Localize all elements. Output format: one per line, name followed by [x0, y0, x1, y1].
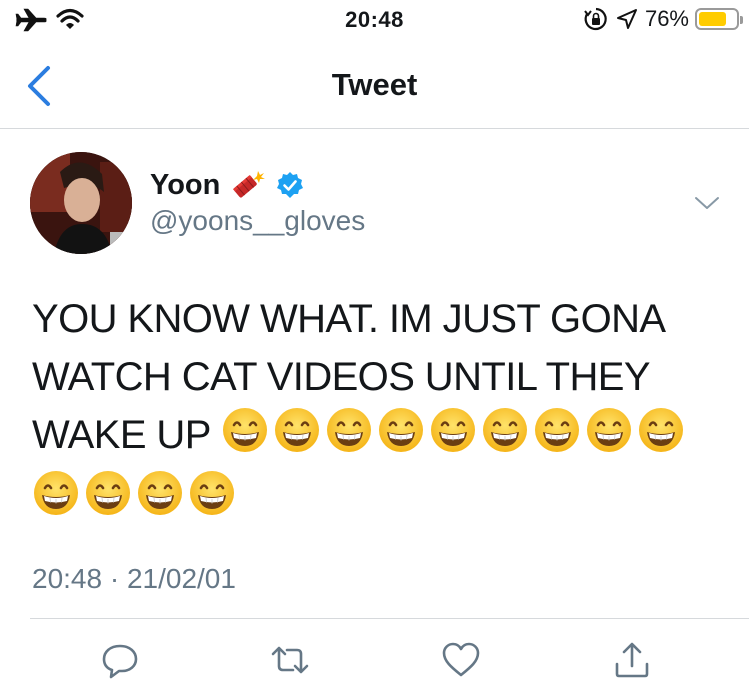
grinning-face-icon [222, 408, 267, 452]
reply-icon[interactable] [100, 640, 140, 680]
grinning-face-icon [378, 408, 423, 452]
battery-percent: 76% [644, 6, 689, 31]
verified-badge-icon [277, 172, 304, 198]
display-name[interactable]: Yoon [150, 169, 220, 202]
emoji-second-line [32, 469, 236, 517]
orientation-lock-icon [584, 7, 607, 31]
tweet-detail-screen: 20:48 76% Tweet Yoon @yoons__gloves YOU … [0, 0, 749, 695]
status-bar: 20:48 76% [0, 0, 749, 42]
grinning-face-icon [534, 408, 579, 452]
grinning-face-icon [586, 408, 631, 452]
location-icon [616, 9, 637, 29]
battery-fill [699, 12, 727, 26]
share-icon[interactable] [612, 640, 652, 680]
grinning-face-icon [638, 408, 683, 452]
retweet-icon[interactable] [270, 640, 310, 680]
grinning-face-icon [190, 471, 234, 515]
grinning-face-icon [430, 408, 475, 452]
divider [30, 618, 749, 619]
nav-bar: Tweet [0, 42, 749, 129]
grinning-face-icon [138, 471, 182, 515]
firecracker-icon [233, 171, 266, 198]
page-title: Tweet [331, 67, 418, 102]
user-handle[interactable]: @yoons__gloves [150, 205, 365, 237]
battery-tip [740, 16, 743, 24]
battery-icon [695, 8, 743, 30]
grinning-face-icon [482, 408, 527, 452]
like-icon[interactable] [441, 640, 481, 680]
avatar-photo [30, 152, 132, 254]
status-right-group: 76% [583, 6, 743, 32]
tweet-text: YOU KNOW WHAT. IM JUST GONA WATCH CAT VI… [32, 290, 722, 464]
grinning-face-icon [34, 471, 78, 515]
grinning-face-icon [326, 408, 371, 452]
display-name-row: Yoon [150, 168, 304, 202]
grinning-face-icon [274, 408, 319, 452]
tweet-timestamp: 20:48 · 21/02/01 [32, 563, 236, 594]
emoji-inline-group [221, 406, 685, 454]
grinning-face-icon [86, 471, 130, 515]
avatar[interactable] [30, 152, 132, 254]
chevron-down-icon[interactable] [692, 193, 722, 213]
